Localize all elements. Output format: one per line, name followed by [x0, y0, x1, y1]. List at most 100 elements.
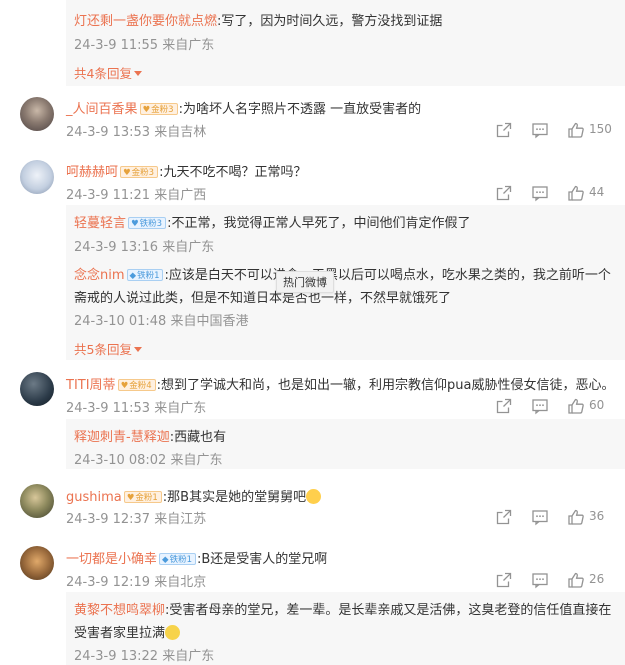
comment-icon — [532, 510, 548, 526]
fan-badge: ♥金粉1 — [123, 491, 162, 503]
share-icon — [496, 398, 512, 414]
caret-down-icon — [133, 71, 142, 76]
reply-username[interactable]: 灯还剩一盏你要你就点燃 — [74, 14, 217, 29]
comment-username[interactable]: gushima — [66, 490, 122, 505]
reply-text: :写了，因为时间久远，警方没找到证据 — [217, 14, 443, 29]
avatar[interactable] — [20, 546, 54, 580]
reply-line: 释迦刺青-慧释迦:西藏也有 — [74, 426, 226, 445]
avatar[interactable] — [20, 97, 54, 131]
reply-text-cont-label: 受害者家里拉满 — [74, 626, 166, 641]
comment-icon — [532, 399, 548, 415]
comment-text: :想到了学诚大和尚，也是如出一辙，利用宗教信仰pua威胁性侵女信徒，恶心。 — [156, 378, 615, 393]
more-replies-link[interactable]: 共5条回复 — [74, 339, 142, 358]
comment-line: TITI周蒂 ♥金粉4:想到了学诚大和尚，也是如出一辙，利用宗教信仰pua威胁性侵… — [66, 374, 614, 393]
comment-username[interactable]: TITI周蒂 — [66, 378, 116, 393]
like-button[interactable]: 44 — [567, 184, 604, 202]
comment-username[interactable]: 呵赫赫呵 — [66, 165, 118, 180]
like-icon — [568, 122, 584, 138]
comment-text: :那B其实是她的堂舅舅吧 — [162, 490, 307, 505]
like-icon — [568, 509, 584, 525]
comment-actions: 150 — [495, 121, 625, 139]
share-button[interactable] — [495, 508, 513, 526]
share-icon — [496, 509, 512, 525]
like-button[interactable]: 36 — [567, 508, 604, 526]
share-button[interactable] — [495, 397, 513, 415]
fan-badge: ♥金粉4 — [117, 379, 156, 391]
share-icon — [496, 572, 512, 588]
like-button[interactable]: 26 — [567, 571, 604, 589]
reply-meta: 24-3-10 01:48 来自中国香港 — [74, 314, 249, 329]
fan-badge: ◆铁粉1 — [159, 553, 196, 565]
reply-line: 念念nim ◆铁粉1:应该是白天不可以进食，天黑以后可以喝点水，吃水果之类的，我之… — [74, 264, 611, 283]
comment-button[interactable] — [531, 397, 549, 415]
comment-text: :九天不吃不喝？正常吗？ — [159, 165, 307, 180]
comment-line: _人间百香果 ♥金粉3:为啥坏人名字照片不透露 一直放受害者的 — [66, 98, 421, 117]
fan-badge: ♥金粉3 — [139, 103, 178, 115]
share-button[interactable] — [495, 571, 513, 589]
like-count: 150 — [589, 122, 612, 136]
like-button[interactable]: 150 — [567, 121, 612, 139]
comment-button[interactable] — [531, 121, 549, 139]
reply-line: 黄黎不想鸣翠柳:受害者母亲的堂兄，差一辈。是长辈亲戚又是活佛，这臭老登的信任值直… — [74, 599, 611, 618]
reply-username[interactable]: 轻蔓轻言 — [74, 216, 126, 231]
fan-badge: ♥铁粉3 — [128, 217, 167, 229]
comment-actions: 26 — [495, 571, 625, 589]
comment-username[interactable]: 一切都是小确幸 — [66, 552, 157, 567]
comment-actions: 44 — [495, 184, 625, 202]
avatar[interactable] — [20, 484, 54, 518]
comment-line: gushima ♥金粉1:那B其实是她的堂舅舅吧 — [66, 486, 322, 505]
like-count: 44 — [589, 185, 605, 199]
avatar[interactable] — [20, 372, 54, 406]
reply-username[interactable]: 黄黎不想鸣翠柳 — [74, 603, 165, 618]
like-count: 60 — [589, 398, 605, 412]
comment-line: 呵赫赫呵 ♥金粉3:九天不吃不喝？正常吗？ — [66, 161, 306, 180]
share-button[interactable] — [495, 121, 513, 139]
comment-meta: 24-3-9 13:53 来自吉林 — [66, 125, 207, 140]
reply-line: 灯还剩一盏你要你就点燃:写了，因为时间久远，警方没找到证据 — [74, 10, 442, 29]
reply-meta: 24-3-9 13:22 来自广东 — [74, 649, 215, 664]
reply-text: :不正常，我觉得正常人早死了，中间他们肯定作假了 — [167, 216, 471, 231]
comment-text: :B还是受害人的堂兄啊 — [196, 552, 328, 567]
reply-text-cont: 斋戒的人说过此类，但是不知道日本是否也一样，不然早就饿死了 — [74, 291, 452, 306]
comment-username[interactable]: _人间百香果 — [66, 102, 138, 117]
smiley-emoji — [306, 489, 322, 504]
hot-weibo-tooltip[interactable]: 热门微博 — [276, 271, 334, 293]
comment-button[interactable] — [531, 571, 549, 589]
more-replies-link[interactable]: 共4条回复 — [74, 63, 142, 82]
caret-down-icon — [133, 347, 142, 352]
like-count: 26 — [589, 572, 605, 586]
like-count: 36 — [589, 509, 605, 523]
like-icon — [568, 572, 584, 588]
fan-badge: ◆铁粉1 — [126, 269, 164, 281]
like-icon — [568, 398, 584, 414]
comment-button[interactable] — [531, 508, 549, 526]
like-icon — [568, 185, 584, 201]
reply-meta: 24-3-10 08:02 来自广东 — [74, 453, 223, 468]
more-replies-label: 共4条回复 — [74, 66, 132, 81]
comment-icon — [532, 573, 548, 589]
reply-meta: 24-3-9 11:55 来自广东 — [74, 38, 215, 53]
share-button[interactable] — [495, 184, 513, 202]
more-replies-label: 共5条回复 — [74, 342, 132, 357]
reply-meta: 24-3-9 13:16 来自广东 — [74, 240, 215, 255]
comment-icon — [532, 186, 548, 202]
share-icon — [496, 185, 512, 201]
comment-meta: 24-3-9 11:21 来自广西 — [66, 188, 207, 203]
share-icon — [496, 122, 512, 138]
comment-meta: 24-3-9 11:53 来自广东 — [66, 401, 207, 416]
comment-meta: 24-3-9 12:19 来自北京 — [66, 575, 207, 590]
comment-meta: 24-3-9 12:37 来自江苏 — [66, 512, 207, 527]
avatar[interactable] — [20, 160, 54, 194]
like-button[interactable]: 60 — [567, 397, 604, 415]
reply-username[interactable]: 释迦刺青-慧释迦 — [74, 430, 170, 445]
reply-line: 轻蔓轻言 ♥铁粉3:不正常，我觉得正常人早死了，中间他们肯定作假了 — [74, 212, 470, 231]
comment-text: :为啥坏人名字照片不透露 一直放受害者的 — [178, 102, 422, 117]
reply-text: :西藏也有 — [169, 430, 227, 445]
comment-actions: 36 — [495, 508, 625, 526]
comment-button[interactable] — [531, 184, 549, 202]
comment-icon — [532, 123, 548, 139]
reply-username[interactable]: 念念nim — [74, 268, 125, 283]
reply-text: :受害者母亲的堂兄，差一辈。是长辈亲戚又是活佛，这臭老登的信任值直接在 — [165, 603, 612, 618]
smiley-emoji — [165, 625, 181, 640]
fan-badge: ♥金粉3 — [120, 166, 159, 178]
